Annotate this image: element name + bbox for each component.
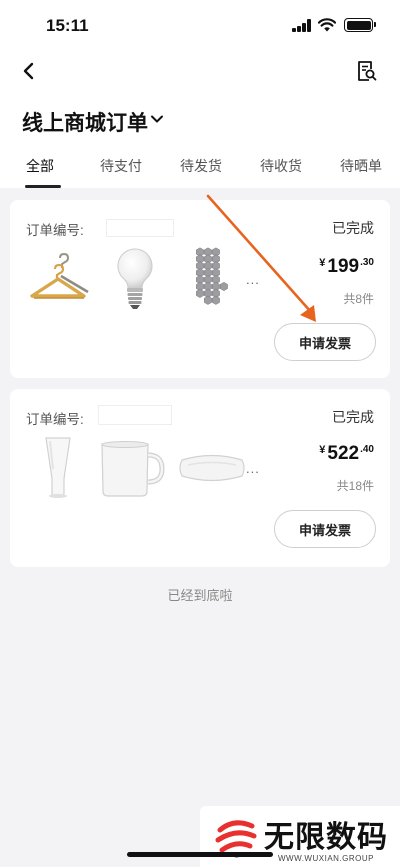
price-integer: 522 xyxy=(327,443,360,464)
price-decimal: .30 xyxy=(360,257,374,268)
back-button[interactable] xyxy=(16,58,42,84)
order-card[interactable]: 订单编号: 已完成 ... ¥199.30 共8件 申请发票 xyxy=(10,200,390,378)
receipt-search-icon[interactable] xyxy=(354,59,378,83)
apply-invoice-button[interactable]: 申请发票 xyxy=(274,323,376,361)
end-of-list-text: 已经到底啦 xyxy=(167,588,233,603)
page-title[interactable]: 线上商城订单 xyxy=(22,107,148,137)
price-decimal: .40 xyxy=(360,444,374,455)
order-number-redacted xyxy=(106,219,174,237)
more-items-indicator: ... xyxy=(246,461,260,476)
order-number-label: 订单编号: xyxy=(26,412,84,427)
mug-product-image[interactable] xyxy=(98,439,166,499)
cellular-signal-icon xyxy=(292,19,312,32)
more-items-indicator: ... xyxy=(246,272,260,287)
home-indicator xyxy=(127,852,273,857)
tab-pending-payment[interactable]: 待支付 xyxy=(100,156,142,176)
order-tabs: 全部 待支付 待发货 待收货 待晒单 xyxy=(0,156,400,188)
order-total: ¥522.40 xyxy=(319,443,374,465)
pillow-product-image[interactable] xyxy=(176,451,248,485)
status-bar: 15:11 xyxy=(0,0,400,50)
apply-invoice-button[interactable]: 申请发票 xyxy=(274,510,376,548)
order-card[interactable]: 订单编号: 已完成 ... ¥522.40 共18件 申请发票 xyxy=(10,389,390,567)
order-total: ¥199.30 xyxy=(319,256,374,278)
status-time: 15:11 xyxy=(46,16,89,35)
price-integer: 199 xyxy=(327,256,360,277)
hex-tile xyxy=(204,295,212,305)
glass-product-image[interactable] xyxy=(42,435,74,501)
battery-icon xyxy=(344,18,376,32)
hanger-product-image[interactable] xyxy=(24,252,90,308)
order-number-redacted xyxy=(98,405,172,425)
order-number-label: 订单编号: xyxy=(26,223,84,238)
tab-all[interactable]: 全部 xyxy=(26,156,54,176)
active-tab-indicator xyxy=(25,185,61,188)
hexagon-tiles-product-image[interactable] xyxy=(190,246,234,312)
hex-tile xyxy=(196,288,204,298)
order-status: 已完成 xyxy=(332,220,374,236)
chevron-down-icon[interactable] xyxy=(149,112,165,126)
tab-pending-shipment[interactable]: 待发货 xyxy=(180,156,222,176)
hex-tile xyxy=(219,281,228,292)
hex-tile xyxy=(212,295,220,305)
light-bulb-product-image[interactable] xyxy=(113,246,157,312)
watermark: 无限数码 WWW.WUXIAN.GROUP xyxy=(200,806,400,867)
watermark-site: WWW.WUXIAN.GROUP xyxy=(278,854,374,863)
tab-pending-review[interactable]: 待晒单 xyxy=(340,156,382,176)
tab-pending-receipt[interactable]: 待收货 xyxy=(260,156,302,176)
order-status: 已完成 xyxy=(332,409,374,425)
watermark-brand-name: 无限数码 xyxy=(264,821,388,854)
currency-symbol: ¥ xyxy=(319,444,326,456)
currency-symbol: ¥ xyxy=(319,257,326,269)
item-count: 共18件 xyxy=(336,479,374,493)
item-count: 共8件 xyxy=(343,292,374,306)
wifi-icon xyxy=(318,18,336,32)
